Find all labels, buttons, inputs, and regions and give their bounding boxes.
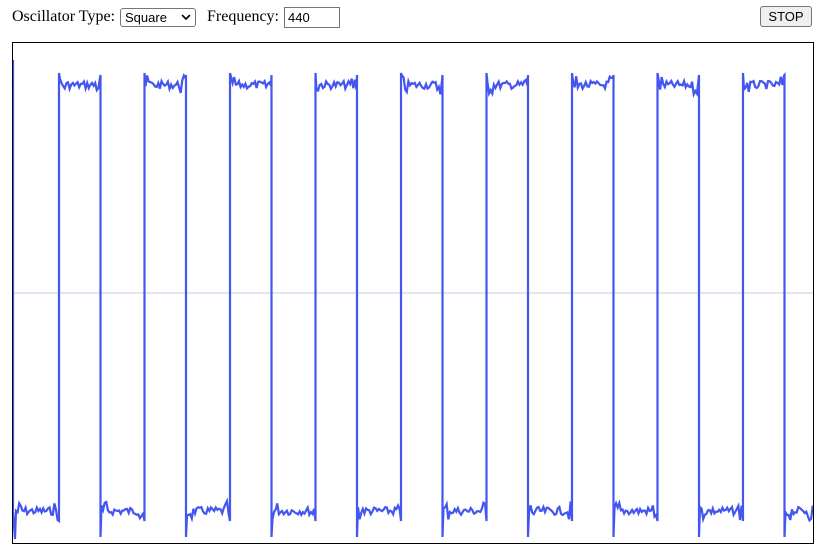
waveform-plot bbox=[13, 60, 813, 540]
chevron-down-icon bbox=[181, 14, 191, 20]
oscillator-type-label: Oscillator Type: bbox=[12, 8, 116, 25]
oscillator-type-select[interactable]: Square bbox=[120, 7, 197, 27]
oscilloscope-canvas bbox=[12, 42, 814, 544]
waveform-trace bbox=[13, 60, 813, 540]
controls-bar: Oscillator Type: Square Frequency: bbox=[12, 6, 340, 28]
frequency-input[interactable] bbox=[284, 6, 340, 28]
oscillator-type-value: Square bbox=[125, 9, 167, 25]
frequency-label: Frequency: bbox=[207, 8, 279, 25]
stop-button[interactable]: STOP bbox=[760, 6, 812, 27]
